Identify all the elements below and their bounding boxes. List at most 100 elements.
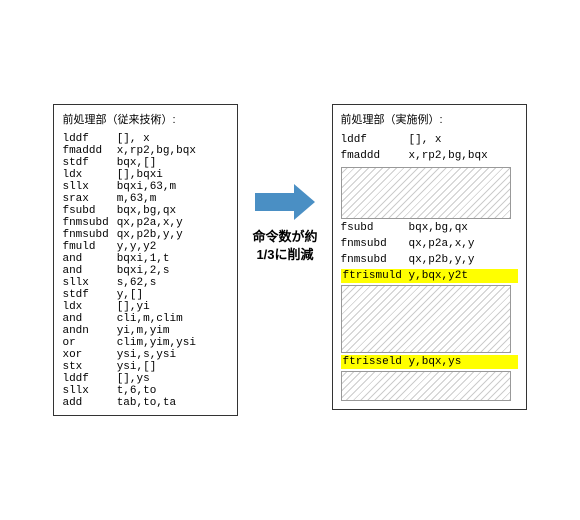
left-code-row: sllxbqxi,63,m (62, 181, 195, 193)
left-args-cell: bqx,[] (117, 157, 196, 169)
left-op-cell: stdf (62, 289, 116, 301)
left-args-cell: bqxi,2,s (117, 265, 196, 277)
left-code-row: andbqxi,1,t (62, 253, 195, 265)
left-args-cell: [], x (117, 133, 196, 145)
left-code-row: sllxt,6,to (62, 385, 195, 397)
left-code-row: ldx[],yi (62, 301, 195, 313)
left-args-cell: y,y,y2 (117, 241, 196, 253)
left-code-row: lddf[], x (62, 133, 195, 145)
left-args-cell: t,6,to (117, 385, 196, 397)
highlighted-instruction-2: ftrisseld y,bqx,ys (341, 355, 518, 369)
left-code-row: orclim,yim,ysi (62, 337, 195, 349)
right-top-section: lddf [], x fmaddd x,rp2,bg,bqx (341, 133, 518, 165)
right-code-row: fnmsubd qx,p2a,x,y (341, 237, 518, 253)
right-code-row: fsubd bqx,bg,qx (341, 221, 518, 237)
left-code-row: andbqxi,2,s (62, 265, 195, 277)
right-code-row: fmaddd x,rp2,bg,bqx (341, 149, 518, 165)
right-code-row: fnmsubd qx,p2b,y,y (341, 253, 518, 269)
left-op-cell: and (62, 313, 116, 325)
left-op-cell: sllx (62, 181, 116, 193)
left-code-row: stdfbqx,[] (62, 157, 195, 169)
left-code-row: fsubdbqx,bg,qx (62, 205, 195, 217)
hatched-block-2 (341, 285, 511, 353)
left-code-row: sllxs,62,s (62, 277, 195, 289)
left-args-cell: bqx,bg,qx (117, 205, 196, 217)
left-op-cell: and (62, 265, 116, 277)
left-code-table: lddf[], xfmadddx,rp2,bg,bqxstdfbqx,[]ldx… (62, 133, 195, 409)
left-panel: 前処理部（従来技術）: lddf[], xfmadddx,rp2,bg,bqxs… (53, 104, 238, 416)
right-args: bqx,bg,qx (409, 221, 468, 237)
left-op-cell: ldx (62, 301, 116, 313)
left-code-row: fmuldy,y,y2 (62, 241, 195, 253)
left-args-cell: bqxi,1,t (117, 253, 196, 265)
right-op: fmaddd (341, 149, 401, 165)
left-args-cell: [],yi (117, 301, 196, 313)
left-op-cell: xor (62, 349, 116, 361)
left-op-cell: lddf (62, 133, 116, 145)
left-code-row: stdfy,[] (62, 289, 195, 301)
left-args-cell: yi,m,yim (117, 325, 196, 337)
left-op-cell: fsubd (62, 205, 116, 217)
hatched-block-1 (341, 167, 511, 219)
left-args-cell: ysi,[] (117, 361, 196, 373)
left-op-cell: ldx (62, 169, 116, 181)
left-op-cell: fmuld (62, 241, 116, 253)
left-args-cell: [],ys (117, 373, 196, 385)
left-args-cell: cli,m,clim (117, 313, 196, 325)
arrow-label: 命令数が約 1/3に削減 (252, 228, 317, 264)
left-code-row: fnmsubdqx,p2b,y,y (62, 229, 195, 241)
arrow-section: 命令数が約 1/3に削減 (246, 184, 323, 264)
right-args: qx,p2b,y,y (409, 253, 475, 269)
left-args-cell: clim,yim,ysi (117, 337, 196, 349)
left-args-cell: s,62,s (117, 277, 196, 289)
left-args-cell: tab,to,ta (117, 397, 196, 409)
right-args: x,rp2,bg,bqx (409, 149, 488, 165)
right-op: fnmsubd (341, 237, 401, 253)
left-op-cell: srax (62, 193, 116, 205)
right-op: lddf (341, 133, 401, 149)
right-panel: 前処理部（実施例）: lddf [], x fmaddd x,rp2,bg,bqx fs… (332, 104, 527, 410)
right-mid-section: fsubd bqx,bg,qx fnmsubd qx,p2a,x,y fnmsubd qx… (341, 221, 518, 269)
left-op-cell: andn (62, 325, 116, 337)
left-args-cell: ysi,s,ysi (117, 349, 196, 361)
right-op: fnmsubd (341, 253, 401, 269)
right-args: [], x (409, 133, 442, 149)
left-args-cell: x,rp2,bg,bqx (117, 145, 196, 157)
left-op-cell: add (62, 397, 116, 409)
left-args-cell: y,[] (117, 289, 196, 301)
left-op-cell: lddf (62, 373, 116, 385)
hatched-block-3 (341, 371, 511, 401)
left-code-row: addtab,to,ta (62, 397, 195, 409)
left-code-row: andnyi,m,yim (62, 325, 195, 337)
left-code-row: xorysi,s,ysi (62, 349, 195, 361)
left-op-cell: fnmsubd (62, 217, 116, 229)
right-content: lddf [], x fmaddd x,rp2,bg,bqx fsubd bqx,bg,q… (341, 133, 518, 401)
left-op-cell: or (62, 337, 116, 349)
main-container: 前処理部（従来技術）: lddf[], xfmadddx,rp2,bg,bqxs… (43, 94, 536, 426)
right-panel-title: 前処理部（実施例）: (341, 111, 518, 127)
left-code-row: ldx[],bqxi (62, 169, 195, 181)
left-code-row: fnmsubdqx,p2a,x,y (62, 217, 195, 229)
left-op-cell: and (62, 253, 116, 265)
left-args-cell: [],bqxi (117, 169, 196, 181)
right-args: qx,p2a,x,y (409, 237, 475, 253)
left-op-cell: fnmsubd (62, 229, 116, 241)
highlighted-instruction-1: ftrismuld y,bqx,y2t (341, 269, 518, 283)
left-args-cell: bqxi,63,m (117, 181, 196, 193)
right-code-row: lddf [], x (341, 133, 518, 149)
right-op: fsubd (341, 221, 401, 237)
left-op-cell: stx (62, 361, 116, 373)
arrow-icon (255, 184, 315, 220)
left-op-cell: stdf (62, 157, 116, 169)
left-code-row: andcli,m,clim (62, 313, 195, 325)
left-op-cell: sllx (62, 277, 116, 289)
left-args-cell: qx,p2a,x,y (117, 217, 196, 229)
left-panel-title: 前処理部（従来技術）: (62, 111, 229, 127)
left-op-cell: fmaddd (62, 145, 116, 157)
left-op-cell: sllx (62, 385, 116, 397)
left-args-cell: m,63,m (117, 193, 196, 205)
left-code-row: lddf[],ys (62, 373, 195, 385)
left-code-row: stxysi,[] (62, 361, 195, 373)
left-args-cell: qx,p2b,y,y (117, 229, 196, 241)
left-code-row: sraxm,63,m (62, 193, 195, 205)
